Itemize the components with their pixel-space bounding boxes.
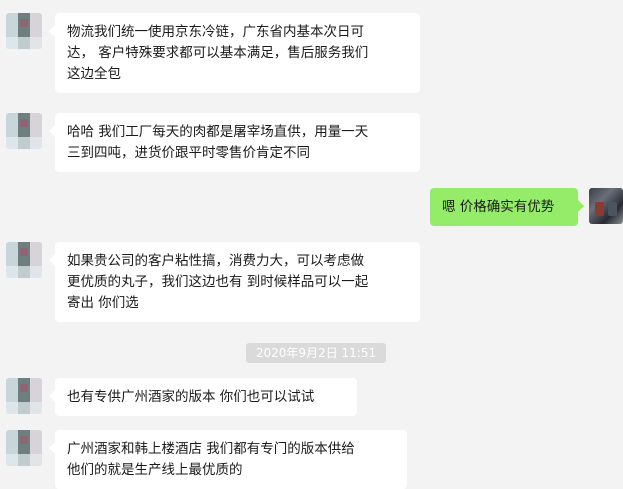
- contact-avatar[interactable]: [6, 13, 42, 49]
- chat-message-area[interactable]: 物流我们统一使用京东冷链，广东省内基本次日可 达， 客户特殊要求都可以基本满足，…: [0, 0, 623, 489]
- message-bubble-incoming[interactable]: 物流我们统一使用京东冷链，广东省内基本次日可 达， 客户特殊要求都可以基本满足，…: [49, 13, 420, 93]
- message-bubble-incoming[interactable]: 如果贵公司的客户粘性搞，消费力大，可以考虑做 更优质的丸子，我们这边也有 到时候…: [49, 242, 420, 322]
- my-avatar[interactable]: [589, 188, 623, 224]
- message-bubble-incoming[interactable]: 哈哈 我们工厂每天的肉都是屠宰场直供，用量一天 三到四吨，进货价跟平时零售价肯定…: [49, 113, 420, 172]
- message-timestamp: 2020年9月2日 11:51: [246, 343, 386, 363]
- contact-avatar[interactable]: [6, 242, 42, 278]
- message-bubble-outgoing[interactable]: 嗯 价格确实有优势: [430, 188, 584, 226]
- contact-avatar[interactable]: [6, 378, 42, 414]
- message-bubble-incoming[interactable]: 广州酒家和韩上楼酒店 我们都有专门的版本供给 他们的就是生产线上最优质的: [49, 430, 407, 489]
- contact-avatar[interactable]: [6, 430, 42, 466]
- message-bubble-incoming[interactable]: 也有专供广州酒家的版本 你们也可以试试: [49, 378, 357, 416]
- contact-avatar[interactable]: [6, 113, 42, 149]
